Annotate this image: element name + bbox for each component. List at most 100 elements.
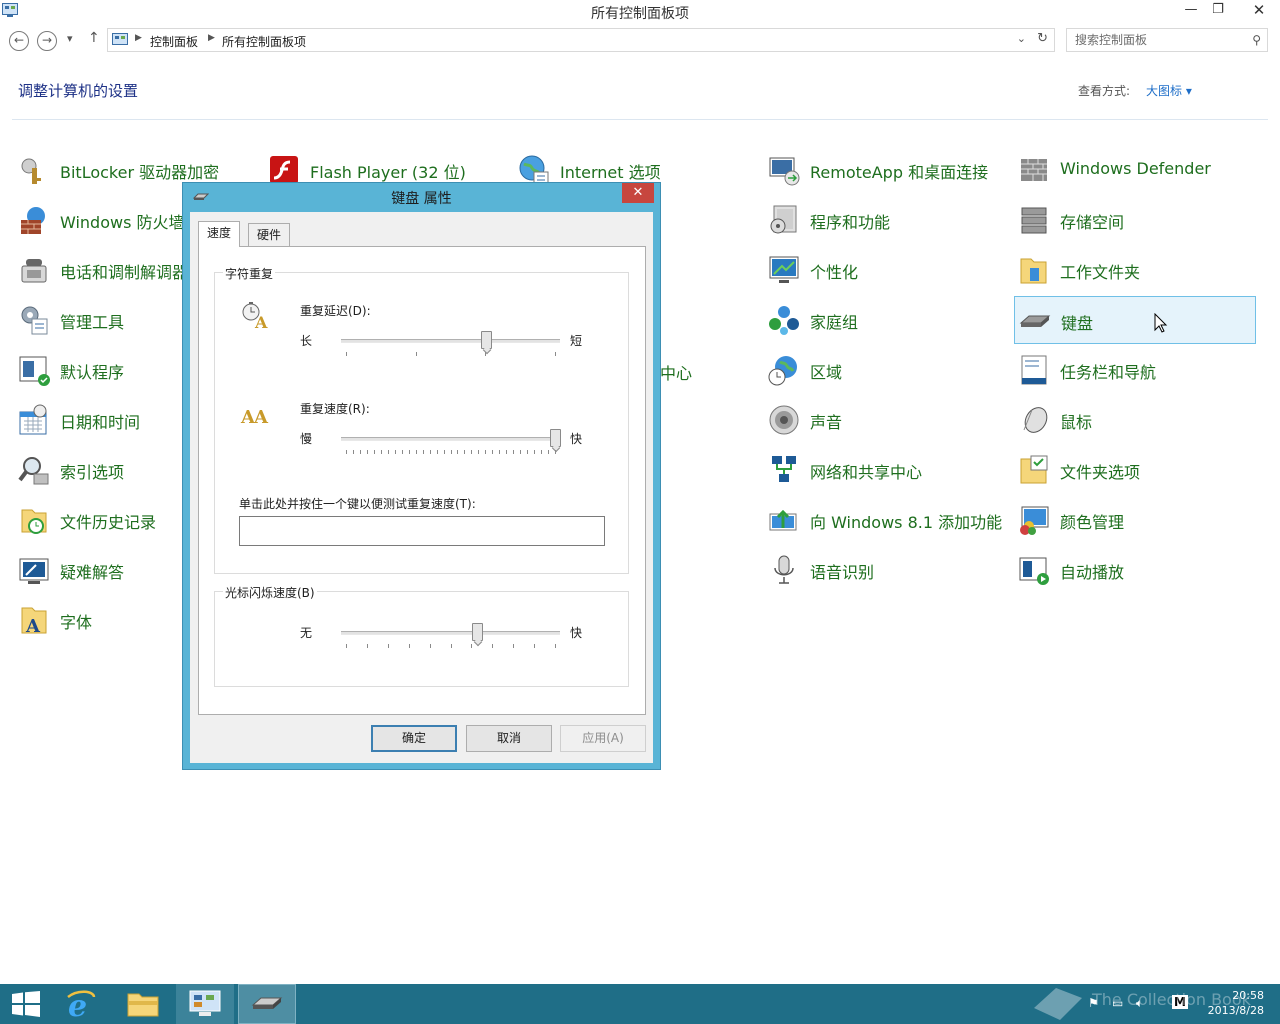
item-personalization[interactable]: 个性化 [764,246,1006,294]
repeat-rate-slider[interactable] [341,429,561,463]
restore-button[interactable]: ❐ [1205,0,1231,22]
character-repeat-group: 字符重复 A 重复延迟(D): 长 短 A A 重复速度(R): 慢 快 单击此… [214,265,629,574]
search-icon[interactable]: ⚲ [1252,33,1261,47]
mouse-cursor-icon [1154,313,1168,333]
search-input[interactable] [1075,30,1245,50]
repeat-delay-min-label: 长 [300,334,313,348]
slider-tick [555,352,556,356]
slider-tick [352,450,354,454]
speaker-icon [769,405,799,435]
bitlocker-key-icon [21,158,41,184]
slider-ticks [341,450,560,455]
slider-tick [422,450,424,454]
color-management-icon [1020,506,1049,535]
tab-hardware[interactable]: 硬件 [248,223,291,247]
start-button[interactable] [0,984,58,1024]
keyboard-icon [1019,315,1051,327]
breadcrumb-all-items[interactable]: 所有控制面板项 [222,33,306,50]
view-by-dropdown[interactable]: 大图标 ▾ [1146,82,1192,99]
mouse-icon [1023,407,1048,433]
up-button[interactable]: ↑ [88,30,100,46]
item-autoplay[interactable]: 自动播放 [1014,546,1256,594]
slider-thumb[interactable] [549,429,561,447]
item-region[interactable]: 区域 [764,346,1006,394]
slider-tick [555,644,556,648]
close-button[interactable]: ✕ [1242,0,1276,22]
taskbar-control-panel[interactable] [176,984,234,1024]
test-repeat-input[interactable] [239,516,605,546]
cursor-blink-slider[interactable] [341,623,560,657]
header-divider [12,119,1268,120]
item-add-features[interactable]: 向 Windows 8.1 添加功能 [764,496,1006,544]
item-taskbar-navigation[interactable]: 任务栏和导航 [1014,346,1256,394]
item-programs-features[interactable]: 程序和功能 [764,196,1006,244]
repeat-delay-clock-icon: A [242,302,268,329]
breadcrumb-chevron-icon[interactable]: ▶ [208,33,215,43]
file-history-icon [21,509,47,534]
address-bar[interactable]: ▶ 控制面板 ▶ 所有控制面板项 ⌄ ↻ [107,28,1055,52]
repeat-rate-max-label: 快 [570,432,583,446]
default-programs-icon [19,356,50,386]
slider-track [341,339,560,343]
breadcrumb-chevron-icon[interactable]: ▶ [135,33,142,43]
slider-tick [346,352,347,356]
taskbar-keyboard-properties[interactable] [238,984,296,1024]
slider-tick [541,450,543,454]
svg-text:A: A [25,616,41,636]
slider-tick [513,644,515,648]
troubleshooting-icon [19,558,49,584]
slider-tick [478,450,480,454]
recent-locations-icon[interactable]: ▾ [67,32,73,45]
keyboard-icon [251,997,283,1009]
slider-ticks [341,644,560,649]
slider-tick [366,644,368,648]
cancel-button[interactable]: 取消 [466,725,552,752]
slider-thumb[interactable] [480,331,492,349]
partially-hidden-item-label[interactable]: 中心 [660,360,692,384]
item-color-management[interactable]: 颜色管理 [1014,496,1256,544]
item-network-sharing[interactable]: 网络和共享中心 [764,446,1006,494]
back-button[interactable]: ← [9,31,29,51]
ok-button[interactable]: 确定 [371,725,457,752]
slider-tick [408,644,410,648]
item-remoteapp[interactable]: RemoteApp 和桌面连接 [764,146,1006,194]
address-dropdown-icon[interactable]: ⌄ [1017,32,1026,45]
storage-spaces-icon [1021,207,1047,234]
calendar-clock-icon [19,404,47,435]
slider-tick [429,450,431,454]
slider-tick [527,450,529,454]
slider-ticks [341,352,560,357]
item-work-folders[interactable]: 工作文件夹 [1014,246,1256,294]
taskbar-file-explorer[interactable] [114,984,172,1024]
breadcrumb-control-panel[interactable]: 控制面板 [150,33,198,50]
repeat-delay-slider[interactable] [341,331,560,365]
tab-speed[interactable]: 速度 [198,221,241,247]
item-sound[interactable]: 声音 [764,396,1006,444]
forward-button[interactable]: → [37,31,57,51]
autoplay-icon [1019,557,1049,585]
item-mouse[interactable]: 鼠标 [1014,396,1256,444]
item-folder-options[interactable]: 文件夹选项 [1014,446,1256,494]
taskbar-internet-explorer[interactable]: e [52,984,110,1024]
slider-tick [534,450,536,454]
speed-tab-panel: 字符重复 A 重复延迟(D): 长 短 A A 重复速度(R): 慢 快 单击此… [198,246,646,715]
dialog-close-button[interactable]: ✕ [622,183,654,203]
slider-thumb[interactable] [472,623,484,641]
taskbar-navigation-icon [1021,355,1047,385]
item-homegroup[interactable]: 家庭组 [764,296,1006,344]
item-speech-recognition[interactable]: 语音识别 [764,546,1006,594]
taskbar: e ⚑ ▭ 🔈︎ M 20:58 2013/8/28 [0,984,1280,1024]
search-box[interactable]: ⚲ [1066,28,1268,52]
control-panel-icon [189,990,221,1016]
item-keyboard[interactable]: 键盘 [1014,296,1256,344]
minimize-button[interactable]: — [1178,0,1204,22]
cursor-blink-label: 光标闪烁速度(B) [223,584,317,601]
item-storage-spaces[interactable]: 存储空间 [1014,196,1256,244]
slider-tick [499,450,501,454]
apply-button[interactable]: 应用(A) [560,725,646,752]
cursor-blink-group: 光标闪烁速度(B) 无 快 [214,584,629,687]
refresh-icon[interactable]: ↻ [1037,31,1048,46]
slider-tick [555,450,556,454]
item-windows-defender[interactable]: Windows Defender [1014,146,1256,194]
slider-tick [492,450,494,454]
